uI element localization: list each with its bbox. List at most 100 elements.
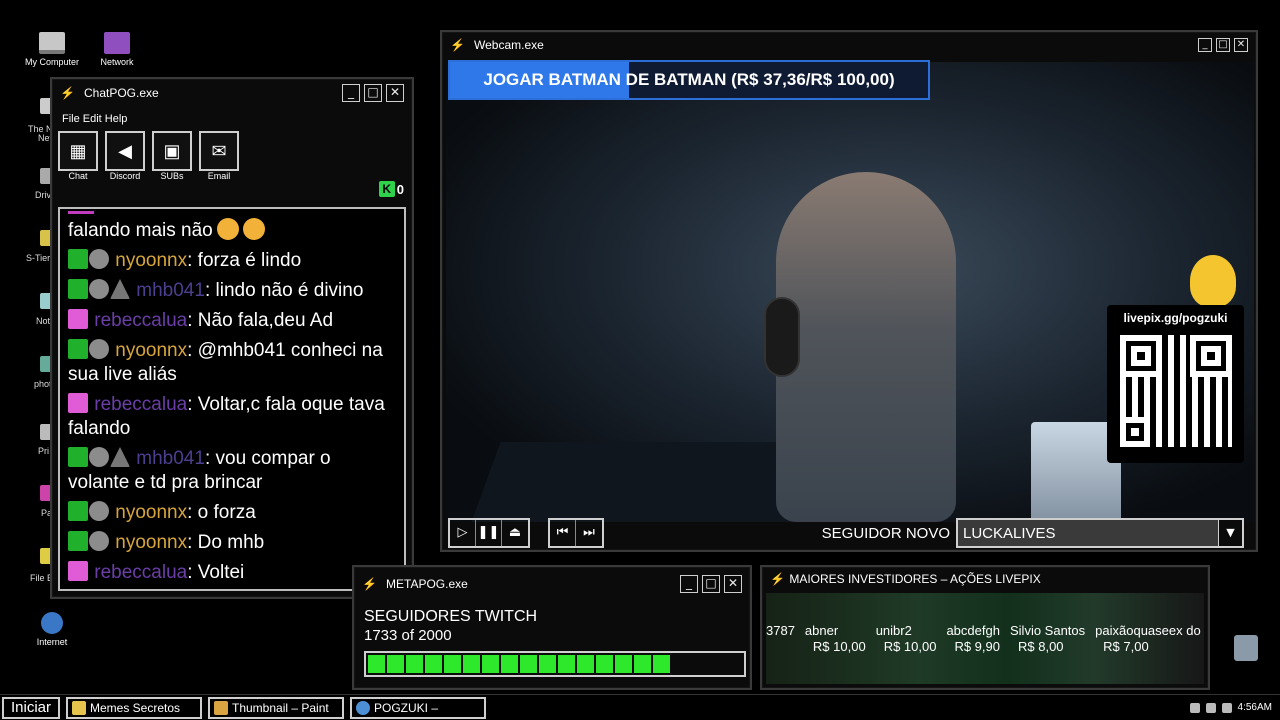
previous-button[interactable]: ⏮ (550, 520, 576, 546)
follower-goal-count: 1733 of 2000 (364, 627, 452, 644)
maximize-button[interactable]: □ (364, 84, 382, 102)
desktop-icon-internet[interactable]: Internet (17, 612, 87, 647)
dropdown-arrow-icon[interactable]: ▼ (1218, 520, 1242, 546)
moderator-badge-icon (68, 339, 88, 359)
message-text: : lindo não é divino (204, 280, 364, 301)
message-text: falando mais não (68, 220, 213, 241)
clock[interactable]: 4:56AM (1238, 702, 1272, 713)
close-button[interactable]: ✕ (1234, 38, 1248, 52)
minimize-button[interactable]: _ (342, 84, 360, 102)
investor-item: paixãoquaseex do p R$ 7,00 (1095, 623, 1204, 655)
k-badge: K 0 (378, 181, 404, 197)
play-button[interactable]: ▷ (450, 520, 476, 546)
meta-titlebar[interactable]: ⚡ METAPOG.exe _ □ ✕ (354, 567, 750, 601)
chat-window-title: ChatPOG.exe (84, 86, 159, 100)
maximize-button[interactable]: □ (702, 575, 720, 593)
chat-message: mhb041: lindo não é divino (68, 279, 396, 303)
megaphone-icon: ◀ (105, 131, 145, 171)
pause-button[interactable]: ❚❚ (476, 520, 502, 546)
system-tray: 4:56AM (1189, 702, 1280, 713)
tool-email[interactable]: ✉ Email (199, 131, 239, 183)
recycle-bin-icon[interactable] (1234, 635, 1258, 661)
investor-amount: R$ 10,00 (883, 639, 937, 654)
tool-chat[interactable]: ▦ Chat (58, 131, 98, 183)
new-follower-label: SEGUIDOR NOVO (821, 524, 950, 542)
message-username[interactable]: mhb041 (136, 448, 205, 469)
new-follower-select[interactable]: LUCKALIVES ▼ (956, 518, 1244, 548)
vip-badge-icon (68, 309, 88, 329)
investor-amount: R$ 8,00 (1018, 639, 1064, 654)
chat-message-list[interactable]: falando mais não nyoonnx: forza é lindo … (58, 207, 406, 591)
minimize-button[interactable]: _ (1198, 38, 1212, 52)
gift-tier-badge-icon (110, 447, 130, 467)
follower-goal-heading: SEGUIDORES TWITCH (364, 608, 538, 625)
livepix-url[interactable]: livepix.gg/pogzuki (1107, 305, 1244, 325)
eject-button[interactable]: ⏏ (502, 520, 528, 546)
qr-code-icon (1119, 335, 1232, 447)
chat-menubar[interactable]: File Edit Help (52, 107, 412, 131)
envelope-icon: ✉ (199, 131, 239, 171)
desktop-icon-label: My Computer (24, 57, 79, 67)
chat-message: nyoonnx: Do mhb (68, 531, 396, 555)
investors-title-text: MAIORES INVESTIDORES – AÇÕES LIVEPIX (789, 572, 1041, 586)
subscriber-badge-icon (89, 249, 109, 269)
network-tray-icon[interactable] (1189, 702, 1200, 713)
close-button[interactable]: ✕ (724, 575, 742, 593)
minimize-button[interactable]: _ (680, 575, 698, 593)
tool-discord[interactable]: ◀ Discord (105, 131, 145, 183)
message-username[interactable]: nyoonnx (115, 340, 187, 361)
progress-segment (634, 655, 651, 673)
qr-finder-pattern (1119, 417, 1150, 447)
desktop-icon-network[interactable]: Network (82, 32, 152, 67)
message-username[interactable]: rebeccalua (94, 394, 187, 415)
desktop-label-fragment: Pri (38, 446, 49, 456)
tool-label: SUBs (160, 171, 184, 181)
close-button[interactable]: ✕ (386, 84, 404, 102)
volume-icon[interactable] (1205, 702, 1216, 713)
scroll-indicator (68, 211, 94, 214)
message-text: : forza é lindo (187, 250, 302, 271)
message-username[interactable]: rebeccalua (94, 310, 187, 331)
investors-title[interactable]: ⚡ MAIORES INVESTIDORES – AÇÕES LIVEPIX (762, 567, 1208, 591)
taskbar-item-browser[interactable]: POGZUKI – Google (350, 696, 486, 720)
investor-item: abcdefgh R$ 9,90 (946, 623, 1000, 655)
media-controls: ▷ ❚❚ ⏏ ⏮ ⏭ SEGUIDOR NOVO LUCKALIVES ▼ (446, 518, 1254, 548)
message-username[interactable]: nyoonnx (115, 250, 187, 271)
vip-badge-icon (68, 393, 88, 413)
tray-app-icon[interactable] (1221, 702, 1232, 713)
desktop-icon-my-computer[interactable]: My Computer (17, 32, 87, 67)
sad-face-emoji-icon (216, 218, 239, 240)
chat-titlebar[interactable]: ⚡ ChatPOG.exe _ □ ✕ (52, 79, 412, 107)
tool-subs[interactable]: ▣ SUBs (152, 131, 192, 183)
start-button[interactable]: Iniciar (2, 696, 60, 719)
progress-segment (615, 655, 632, 673)
desktop-label-fragment: Not (36, 316, 51, 326)
livepix-qr-card: livepix.gg/pogzuki (1107, 305, 1244, 463)
taskbar-item-memes[interactable]: Memes Secretos (66, 696, 202, 719)
chat-message: nyoonnx: o forza (68, 501, 396, 525)
playback-group: ▷ ❚❚ ⏏ (448, 518, 530, 548)
webcam-window: ⚡ Webcam.exe _ □ ✕ JOGAR BATMAN DE BATMA… (440, 30, 1258, 552)
moderator-badge-icon (68, 531, 88, 551)
message-username[interactable]: nyoonnx (115, 532, 187, 553)
meta-window-title: METAPOG.exe (386, 577, 468, 591)
next-button[interactable]: ⏭ (576, 520, 602, 546)
follower-goal-progress (364, 651, 746, 677)
message-username[interactable]: mhb041 (136, 280, 205, 301)
moderator-badge-icon (68, 447, 88, 467)
investor-item: Silvio Santos R$ 8,00 (1010, 623, 1085, 655)
taskbar-item-paint[interactable]: Thumbnail – Paint (208, 696, 344, 719)
maximize-button[interactable]: □ (1216, 38, 1230, 52)
progress-segment (368, 655, 385, 673)
webcam-titlebar[interactable]: ⚡ Webcam.exe _ □ ✕ (442, 32, 1256, 58)
moderator-badge-icon (68, 501, 88, 521)
vip-badge-icon (68, 561, 88, 581)
message-text: : Do mhb (187, 532, 265, 553)
folder-icon (72, 700, 86, 715)
chat-window: ⚡ ChatPOG.exe _ □ ✕ File Edit Help ▦ Cha… (50, 77, 414, 599)
message-username[interactable]: nyoonnx (115, 502, 187, 523)
meta-window: ⚡ METAPOG.exe _ □ ✕ SEGUIDORES TWITCH 17… (352, 565, 752, 690)
chat-message: nyoonnx: @mhb041 conheci na sua live ali… (68, 339, 396, 387)
message-username[interactable]: rebeccalua (94, 562, 187, 583)
browser-icon (356, 700, 370, 715)
